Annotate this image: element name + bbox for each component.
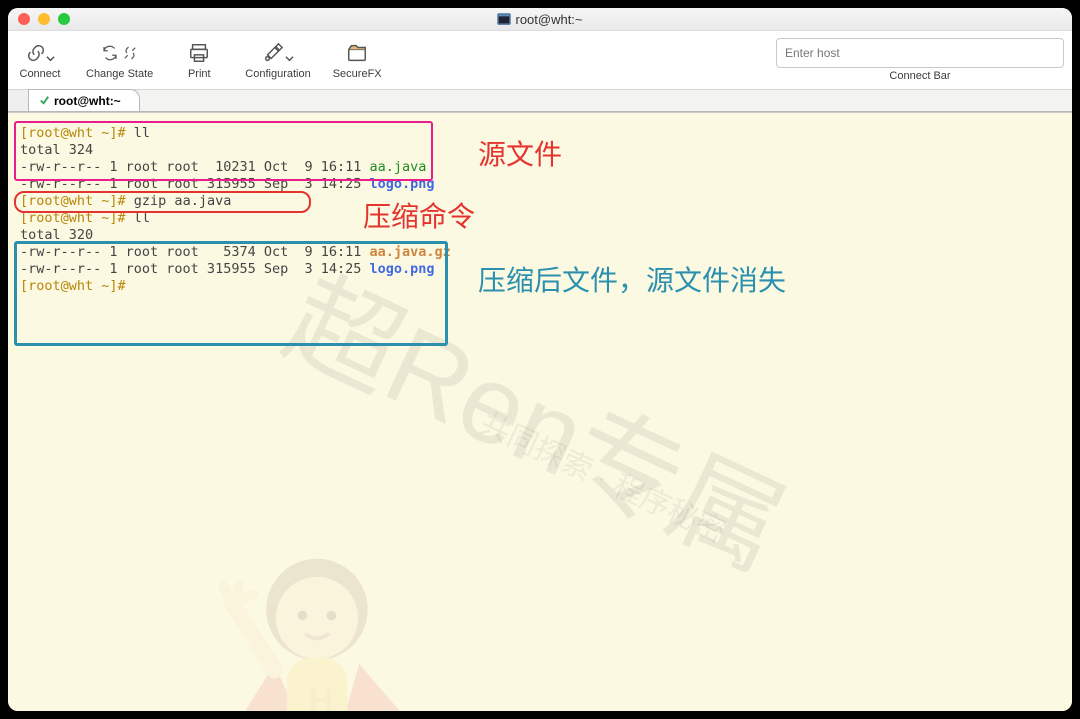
close-window-button[interactable] (18, 13, 30, 25)
link-icon (25, 42, 47, 64)
window-title-text: root@wht:~ (515, 12, 582, 27)
session-tab-label: root@wht:~ (54, 94, 121, 108)
svg-text:H: H (309, 682, 333, 711)
terminal-output: [root@wht ~]# ll total 324 -rw-r--r-- 1 … (8, 113, 1072, 307)
host-input[interactable] (776, 38, 1064, 68)
change-state-label: Change State (86, 68, 153, 80)
connect-bar-label: Connect Bar (889, 70, 950, 82)
print-button[interactable]: Print (175, 40, 223, 80)
zoom-window-button[interactable] (58, 13, 70, 25)
minimize-window-button[interactable] (38, 13, 50, 25)
cartoon-illustration: H (198, 543, 448, 711)
terminal-area[interactable]: 超Ren专属 共同探索 · 程序秘密 H [root@wht ~]# ll to… (8, 112, 1072, 711)
titlebar: root@wht:~ (8, 8, 1072, 31)
disconnect-icon (121, 44, 139, 62)
securefx-label: SecureFX (333, 68, 382, 80)
securefx-icon (346, 42, 368, 64)
app-window: root@wht:~ Connect Change State Print Co… (8, 8, 1072, 711)
configuration-button[interactable]: Configuration (245, 40, 310, 80)
configuration-label: Configuration (245, 68, 310, 80)
print-label: Print (188, 68, 211, 80)
traffic-lights (8, 13, 70, 25)
connect-label: Connect (20, 68, 61, 80)
tab-strip: root@wht:~ (8, 90, 1072, 112)
watermark-small: 共同探索 · 程序秘密 (474, 399, 734, 552)
reconnect-icon (101, 44, 119, 62)
toolbar: Connect Change State Print Configuration… (8, 31, 1072, 90)
securefx-button[interactable]: SecureFX (333, 40, 382, 80)
session-tab[interactable]: root@wht:~ (28, 89, 140, 111)
chevron-down-icon (46, 54, 55, 63)
connect-button[interactable]: Connect (16, 40, 64, 80)
change-state-button[interactable]: Change State (86, 40, 153, 80)
check-icon (39, 95, 50, 106)
tools-icon (262, 42, 284, 64)
connect-bar: Connect Bar (776, 38, 1064, 82)
terminal-icon (497, 12, 511, 26)
window-title: root@wht:~ (8, 12, 1072, 27)
chevron-down-icon (285, 54, 294, 63)
printer-icon (188, 42, 210, 64)
